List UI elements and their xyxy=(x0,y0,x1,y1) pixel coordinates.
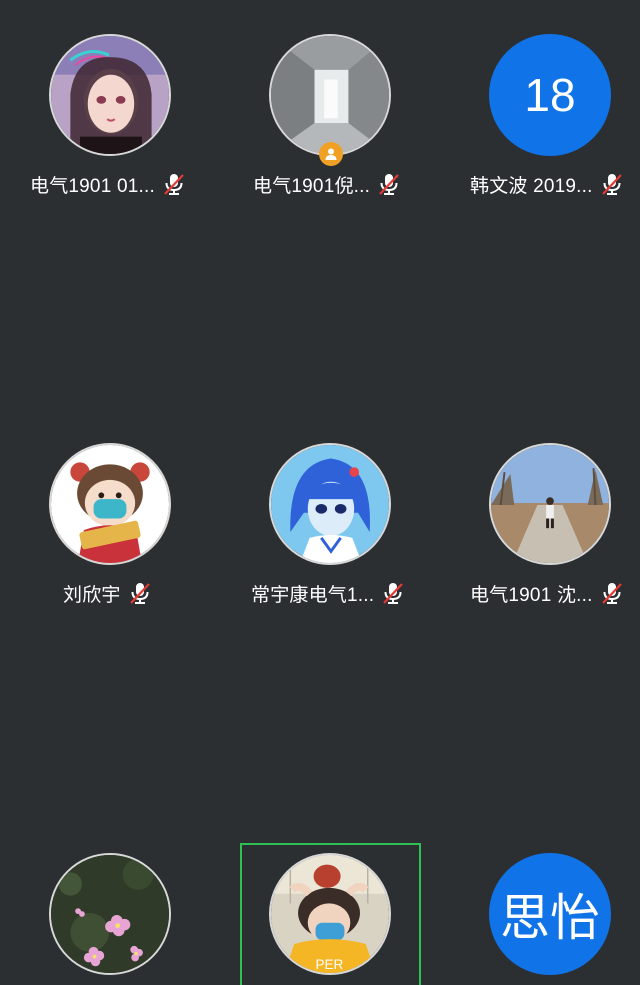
svg-text:PER: PER xyxy=(315,957,343,972)
participant-avatar xyxy=(269,443,391,565)
participant-name-row: 电气1901 沈... xyxy=(470,578,625,608)
participant-name-row: 常宇康电气1... xyxy=(251,578,406,608)
participant-name: 电气1901 沈... xyxy=(470,584,593,606)
pink-flowers-photo-icon xyxy=(51,855,169,973)
cartoon-girl-mask-icon xyxy=(51,445,169,563)
participant-avatar xyxy=(49,34,171,156)
participant-name: 常宇康电气1... xyxy=(251,584,375,606)
initials-avatar: 18 xyxy=(489,34,611,156)
participant-grid: 电气1901 01... 电气1901倪... 18 韩文波 2019... 刘… xyxy=(0,0,640,985)
host-badge-icon xyxy=(319,142,343,166)
anime-girl-portrait-icon xyxy=(51,36,169,154)
participant-name-row: 刘欣宇 xyxy=(63,578,153,608)
participant-avatar xyxy=(49,853,171,975)
participant-name-row: 电气1901倪... xyxy=(253,169,402,199)
outdoor-road-photo-icon xyxy=(491,445,609,563)
mic-muted-icon[interactable] xyxy=(599,580,625,606)
participant-name: 刘欣宇 xyxy=(63,584,121,606)
participant-name: 电气1901 01... xyxy=(30,175,155,197)
initials-avatar: 思怡 xyxy=(489,853,611,975)
person-with-mask-icon: PER xyxy=(271,855,389,973)
hallway-photo-icon xyxy=(271,36,389,154)
participant-avatar xyxy=(489,443,611,565)
participant-avatar: PER xyxy=(269,853,391,975)
mic-muted-icon[interactable] xyxy=(127,580,153,606)
participant-name: 韩文波 2019... xyxy=(470,175,593,197)
participant-name-row: 电气1901 01... xyxy=(30,169,187,199)
participant-avatar xyxy=(49,443,171,565)
participant-name-row: 韩文波 2019... xyxy=(470,169,625,199)
mic-muted-icon[interactable] xyxy=(161,171,187,197)
mic-muted-icon[interactable] xyxy=(376,171,402,197)
anime-blue-hair-icon xyxy=(271,445,389,563)
participant-avatar xyxy=(269,34,391,156)
mic-muted-icon[interactable] xyxy=(599,171,625,197)
participant-name: 电气1901倪... xyxy=(253,175,371,197)
mic-muted-icon[interactable] xyxy=(380,580,406,606)
